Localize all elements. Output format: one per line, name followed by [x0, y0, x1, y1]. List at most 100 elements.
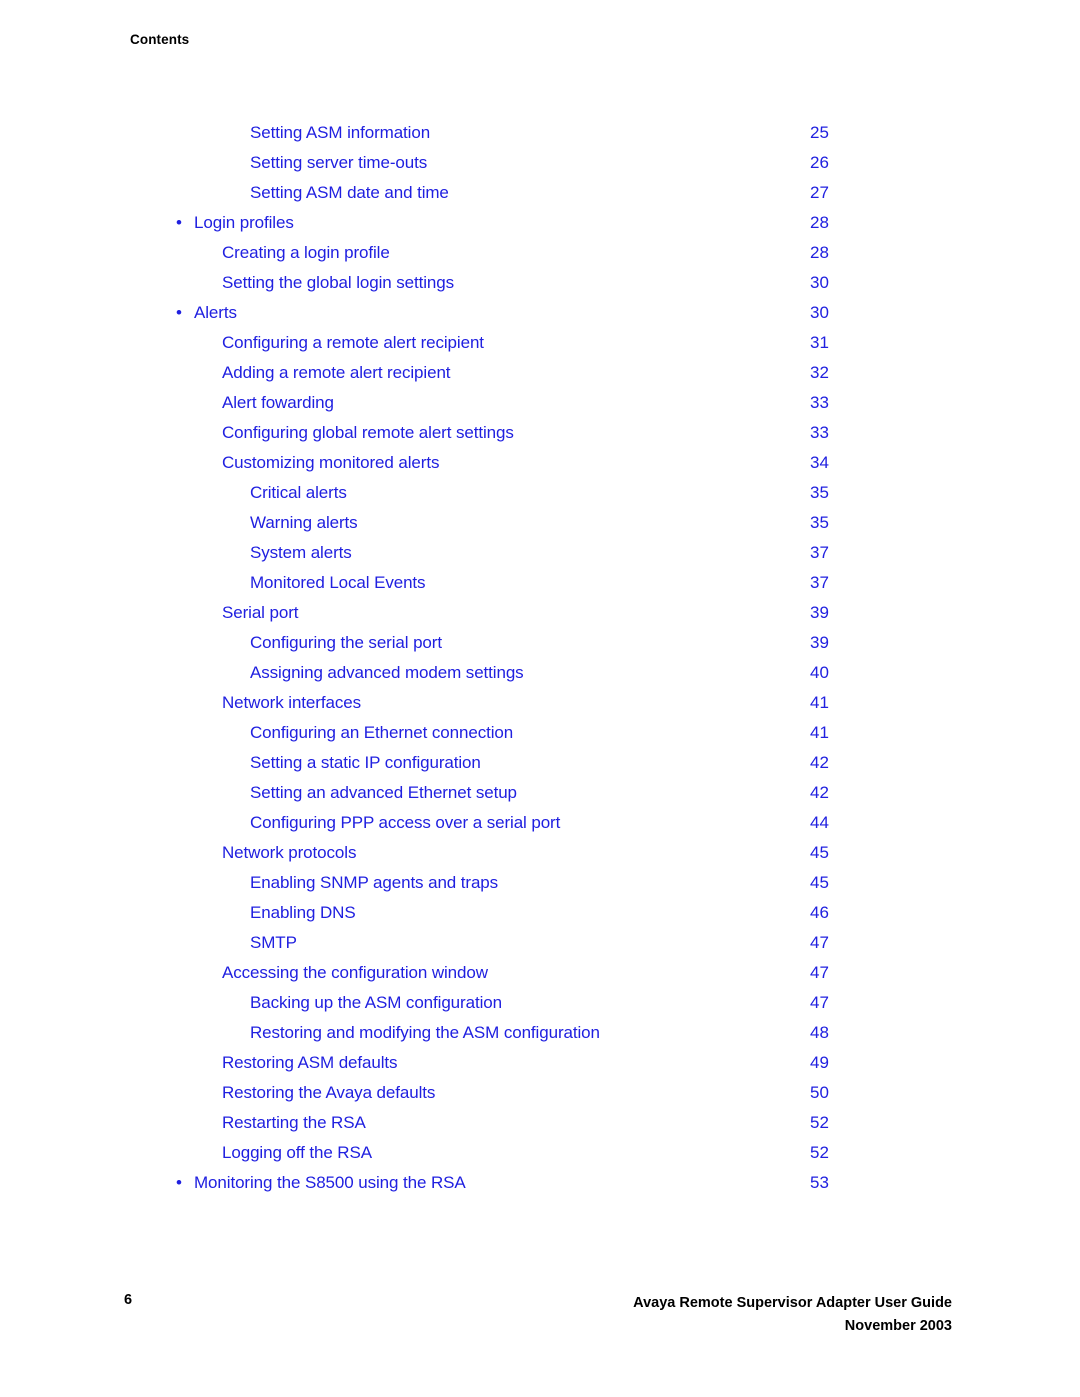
toc-entry[interactable]: Network interfaces 41	[0, 688, 1080, 718]
toc-entry-title[interactable]: Configuring an Ethernet connection	[250, 718, 513, 748]
toc-entry-title[interactable]: Creating a login profile	[222, 238, 390, 268]
toc-entry-page-number[interactable]: 33	[810, 388, 829, 418]
toc-entry[interactable]: Warning alerts 35	[0, 508, 1080, 538]
toc-entry[interactable]: Enabling SNMP agents and traps 45	[0, 868, 1080, 898]
toc-entry-page-number[interactable]: 26	[810, 148, 829, 178]
toc-entry-page-number[interactable]: 49	[810, 1048, 829, 1078]
toc-entry-title[interactable]: Logging off the RSA	[222, 1138, 372, 1168]
toc-entry[interactable]: • Monitoring the S8500 using the RSA 53	[0, 1168, 1080, 1198]
toc-entry-page-number[interactable]: 53	[810, 1168, 829, 1198]
toc-entry-page-number[interactable]: 45	[810, 868, 829, 898]
toc-entry[interactable]: • Login profiles 28	[0, 208, 1080, 238]
toc-entry-title[interactable]: Configuring PPP access over a serial por…	[250, 808, 560, 838]
toc-entry-page-number[interactable]: 42	[810, 778, 829, 808]
toc-entry-page-number[interactable]: 47	[810, 988, 829, 1018]
toc-entry-page-number[interactable]: 30	[810, 268, 829, 298]
toc-entry-title[interactable]: Backing up the ASM configuration	[250, 988, 502, 1018]
toc-entry-page-number[interactable]: 28	[810, 238, 829, 268]
toc-entry[interactable]: Restoring the Avaya defaults 50	[0, 1078, 1080, 1108]
toc-entry-page-number[interactable]: 40	[810, 658, 829, 688]
toc-entry-title[interactable]: Customizing monitored alerts	[222, 448, 439, 478]
toc-entry[interactable]: Network protocols 45	[0, 838, 1080, 868]
toc-entry-page-number[interactable]: 37	[810, 568, 829, 598]
toc-entry[interactable]: Setting server time-outs 26	[0, 148, 1080, 178]
toc-entry[interactable]: Adding a remote alert recipient 32	[0, 358, 1080, 388]
toc-entry[interactable]: Restarting the RSA 52	[0, 1108, 1080, 1138]
toc-entry[interactable]: System alerts 37	[0, 538, 1080, 568]
toc-entry[interactable]: Configuring PPP access over a serial por…	[0, 808, 1080, 838]
toc-entry-page-number[interactable]: 50	[810, 1078, 829, 1108]
toc-entry-page-number[interactable]: 33	[810, 418, 829, 448]
toc-entry-title[interactable]: Restarting the RSA	[222, 1108, 366, 1138]
toc-entry[interactable]: Critical alerts 35	[0, 478, 1080, 508]
toc-entry-title[interactable]: Setting ASM information	[250, 118, 430, 148]
toc-entry-title[interactable]: Network protocols	[222, 838, 356, 868]
toc-entry-title[interactable]: Configuring global remote alert settings	[222, 418, 514, 448]
toc-entry[interactable]: Logging off the RSA 52	[0, 1138, 1080, 1168]
toc-entry-page-number[interactable]: 30	[810, 298, 829, 328]
toc-entry[interactable]: Restoring ASM defaults 49	[0, 1048, 1080, 1078]
toc-entry-title[interactable]: Assigning advanced modem settings	[250, 658, 524, 688]
toc-entry-page-number[interactable]: 41	[810, 688, 829, 718]
toc-entry-page-number[interactable]: 28	[810, 208, 829, 238]
toc-entry[interactable]: Setting an advanced Ethernet setup 42	[0, 778, 1080, 808]
toc-entry-title[interactable]: Enabling DNS	[250, 898, 356, 928]
toc-entry-title[interactable]: Setting server time-outs	[250, 148, 427, 178]
toc-entry-page-number[interactable]: 42	[810, 748, 829, 778]
toc-entry-page-number[interactable]: 52	[810, 1138, 829, 1168]
toc-entry[interactable]: Creating a login profile 28	[0, 238, 1080, 268]
toc-entry[interactable]: Backing up the ASM configuration 47	[0, 988, 1080, 1018]
toc-entry-title[interactable]: Warning alerts	[250, 508, 358, 538]
toc-entry[interactable]: Restoring and modifying the ASM configur…	[0, 1018, 1080, 1048]
toc-entry[interactable]: Monitored Local Events 37	[0, 568, 1080, 598]
toc-entry-page-number[interactable]: 41	[810, 718, 829, 748]
toc-entry-page-number[interactable]: 52	[810, 1108, 829, 1138]
toc-entry-title[interactable]: Login profiles	[194, 208, 294, 238]
toc-entry-page-number[interactable]: 47	[810, 928, 829, 958]
toc-entry[interactable]: Setting ASM date and time 27	[0, 178, 1080, 208]
toc-entry[interactable]: Alert fowarding 33	[0, 388, 1080, 418]
toc-entry-page-number[interactable]: 45	[810, 838, 829, 868]
toc-entry[interactable]: Setting ASM information 25	[0, 118, 1080, 148]
toc-entry-page-number[interactable]: 37	[810, 538, 829, 568]
toc-entry[interactable]: Customizing monitored alerts 34	[0, 448, 1080, 478]
toc-entry-title[interactable]: Accessing the configuration window	[222, 958, 488, 988]
toc-entry[interactable]: Configuring a remote alert recipient 31	[0, 328, 1080, 358]
toc-entry[interactable]: Configuring global remote alert settings…	[0, 418, 1080, 448]
toc-entry-title[interactable]: Setting an advanced Ethernet setup	[250, 778, 517, 808]
toc-entry[interactable]: Accessing the configuration window 47	[0, 958, 1080, 988]
toc-entry[interactable]: Enabling DNS 46	[0, 898, 1080, 928]
toc-entry-title[interactable]: Setting ASM date and time	[250, 178, 449, 208]
toc-entry[interactable]: Configuring an Ethernet connection 41	[0, 718, 1080, 748]
toc-entry-title[interactable]: Alert fowarding	[222, 388, 334, 418]
toc-entry-title[interactable]: Configuring the serial port	[250, 628, 442, 658]
toc-entry-title[interactable]: Setting a static IP configuration	[250, 748, 481, 778]
toc-entry[interactable]: Configuring the serial port 39	[0, 628, 1080, 658]
toc-entry-title[interactable]: Network interfaces	[222, 688, 361, 718]
toc-entry[interactable]: SMTP 47	[0, 928, 1080, 958]
toc-entry-title[interactable]: Critical alerts	[250, 478, 347, 508]
toc-entry-title[interactable]: Configuring a remote alert recipient	[222, 328, 484, 358]
toc-entry-title[interactable]: SMTP	[250, 928, 297, 958]
toc-entry-title[interactable]: System alerts	[250, 538, 352, 568]
toc-entry-title[interactable]: Restoring ASM defaults	[222, 1048, 398, 1078]
toc-entry[interactable]: Assigning advanced modem settings 40	[0, 658, 1080, 688]
toc-entry[interactable]: • Alerts 30	[0, 298, 1080, 328]
toc-entry-page-number[interactable]: 47	[810, 958, 829, 988]
toc-entry-page-number[interactable]: 35	[810, 478, 829, 508]
toc-entry-page-number[interactable]: 32	[810, 358, 829, 388]
toc-entry-title[interactable]: Enabling SNMP agents and traps	[250, 868, 498, 898]
toc-entry-title[interactable]: Restoring and modifying the ASM configur…	[250, 1018, 600, 1048]
toc-entry-page-number[interactable]: 44	[810, 808, 829, 838]
toc-entry-page-number[interactable]: 39	[810, 598, 829, 628]
toc-entry-page-number[interactable]: 46	[810, 898, 829, 928]
toc-entry-title[interactable]: Alerts	[194, 298, 237, 328]
toc-entry-page-number[interactable]: 27	[810, 178, 829, 208]
toc-entry-page-number[interactable]: 48	[810, 1018, 829, 1048]
toc-entry-page-number[interactable]: 39	[810, 628, 829, 658]
toc-entry-title[interactable]: Monitored Local Events	[250, 568, 426, 598]
toc-entry-title[interactable]: Adding a remote alert recipient	[222, 358, 451, 388]
toc-entry-title[interactable]: Monitoring the S8500 using the RSA	[194, 1168, 466, 1198]
toc-entry[interactable]: Setting the global login settings 30	[0, 268, 1080, 298]
toc-entry-page-number[interactable]: 31	[810, 328, 829, 358]
